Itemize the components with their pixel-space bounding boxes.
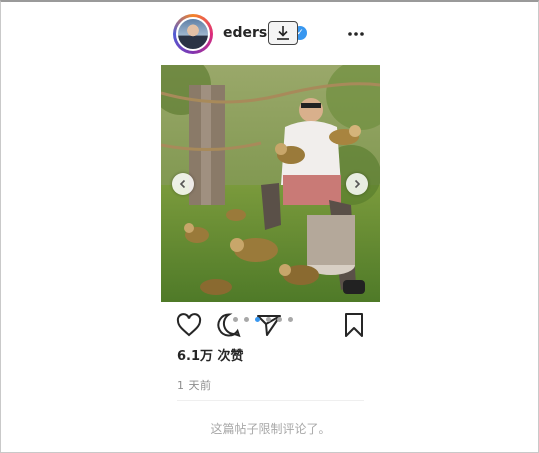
download-icon [277, 26, 289, 40]
previous-slide-button[interactable] [172, 173, 194, 195]
carousel-dot [266, 317, 271, 322]
more-options-button[interactable] [344, 26, 368, 42]
more-options-icon [348, 32, 364, 36]
post-timestamp[interactable]: 1 天前 [177, 377, 212, 393]
avatar[interactable] [176, 17, 210, 51]
carousel-dot [244, 317, 249, 322]
next-slide-button[interactable] [346, 173, 368, 195]
story-ring[interactable] [173, 14, 213, 54]
comment-icon [217, 313, 241, 338]
divider [177, 400, 364, 401]
comments-limited-notice: 这篇帖子限制评论了。 [210, 422, 331, 436]
carousel-dot [277, 317, 282, 322]
likes-count[interactable]: 6.1万 次赞 [177, 345, 244, 364]
chevron-right-icon [354, 179, 361, 189]
bookmark-icon [345, 313, 363, 337]
like-button[interactable] [175, 311, 203, 339]
carousel-dot [288, 317, 293, 322]
download-button[interactable] [268, 21, 298, 45]
share-button[interactable] [255, 311, 283, 339]
save-button[interactable] [340, 311, 368, 339]
username-link[interactable]: edersor [223, 25, 273, 41]
carousel-dot-active [255, 317, 260, 322]
chevron-left-icon [179, 179, 186, 189]
heart-icon [176, 313, 202, 337]
post-card: edersor ✓ [0, 0, 539, 453]
comment-button[interactable] [215, 311, 243, 339]
carousel-dot [233, 317, 238, 322]
carousel-indicator [233, 317, 293, 322]
